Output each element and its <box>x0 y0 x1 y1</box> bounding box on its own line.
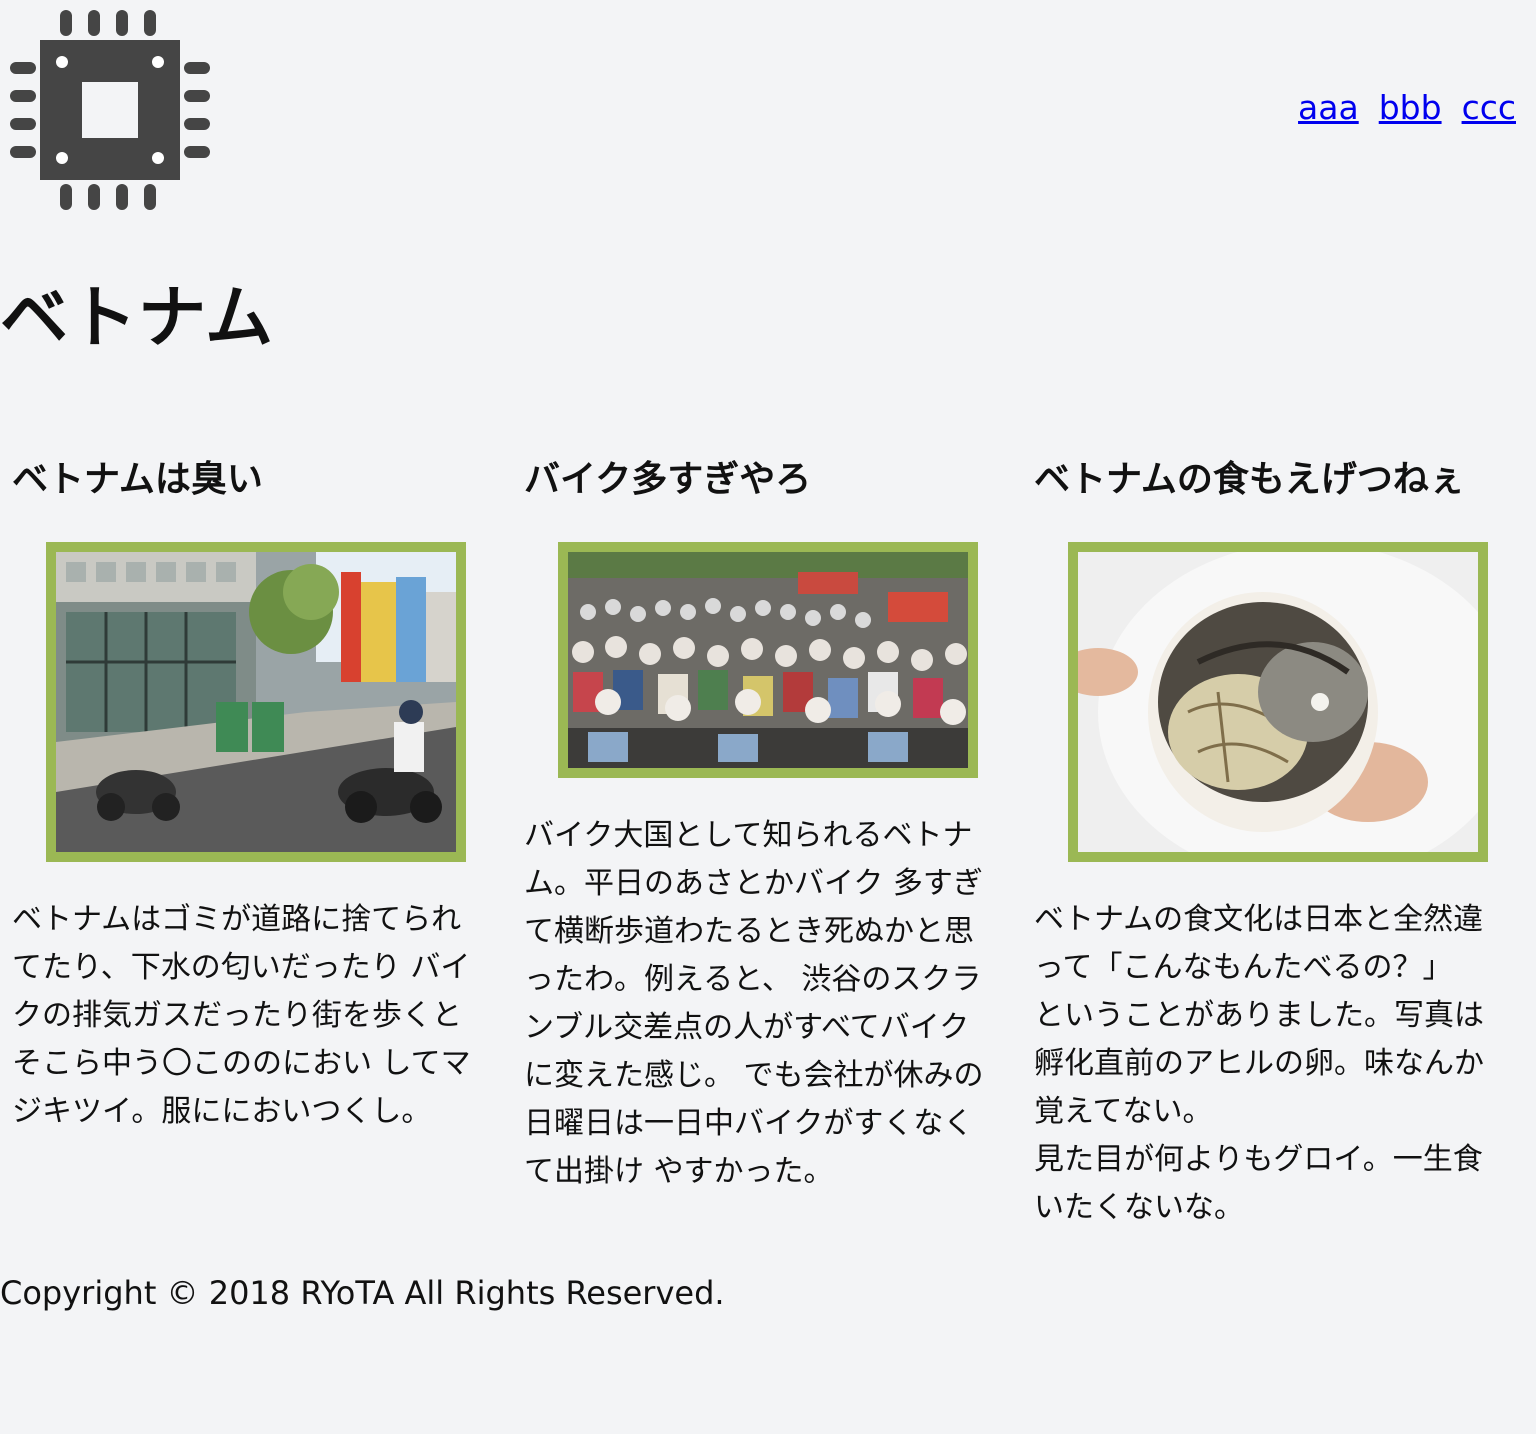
egg-photo-svg <box>1078 552 1478 852</box>
article-heading: ベトナムは臭い <box>12 459 263 500</box>
copyright-footer: Copyright © 2018 RYoTA All Rights Reserv… <box>0 1274 725 1312</box>
nav-link-aaa[interactable]: aaa <box>1298 88 1359 127</box>
street-photo-svg <box>56 552 456 852</box>
article-body: ベトナムはゴミが道路に捨てられ てたり、下水の匂いだったり バイ クの排気ガスだ… <box>12 902 471 1129</box>
nav-link-ccc[interactable]: ccc <box>1462 88 1516 127</box>
top-nav: aaa bbb ccc <box>1298 88 1516 127</box>
page-title: ベトナム <box>0 279 274 358</box>
article-heading: ベトナムの食もえげつねぇ <box>1034 459 1465 500</box>
article-columns: ベトナムは臭い ベトナムはゴミが道路に捨てられ てたり、下水の匂いだったり バイ… <box>0 440 1536 1240</box>
logo-svg <box>10 10 210 210</box>
crowd-photo-svg <box>568 552 968 768</box>
article-body: バイク大国として知られるベトナ ム。平日のあさとかバイク 多すぎ て横断歩道わた… <box>524 818 984 1189</box>
balut-egg-photo <box>1068 542 1488 862</box>
street-scene-photo <box>46 542 466 862</box>
article-body: ベトナムの食文化は日本と全然違 って「こんなもんたべるの？」 ということがありま… <box>1034 902 1484 1225</box>
motorbike-crowd-photo <box>558 542 978 778</box>
nav-link-bbb[interactable]: bbb <box>1379 88 1442 127</box>
article-heading: バイク多すぎやろ <box>524 459 812 500</box>
site-header: aaa bbb ccc <box>0 0 1536 220</box>
cpu-chip-icon[interactable] <box>8 8 212 212</box>
